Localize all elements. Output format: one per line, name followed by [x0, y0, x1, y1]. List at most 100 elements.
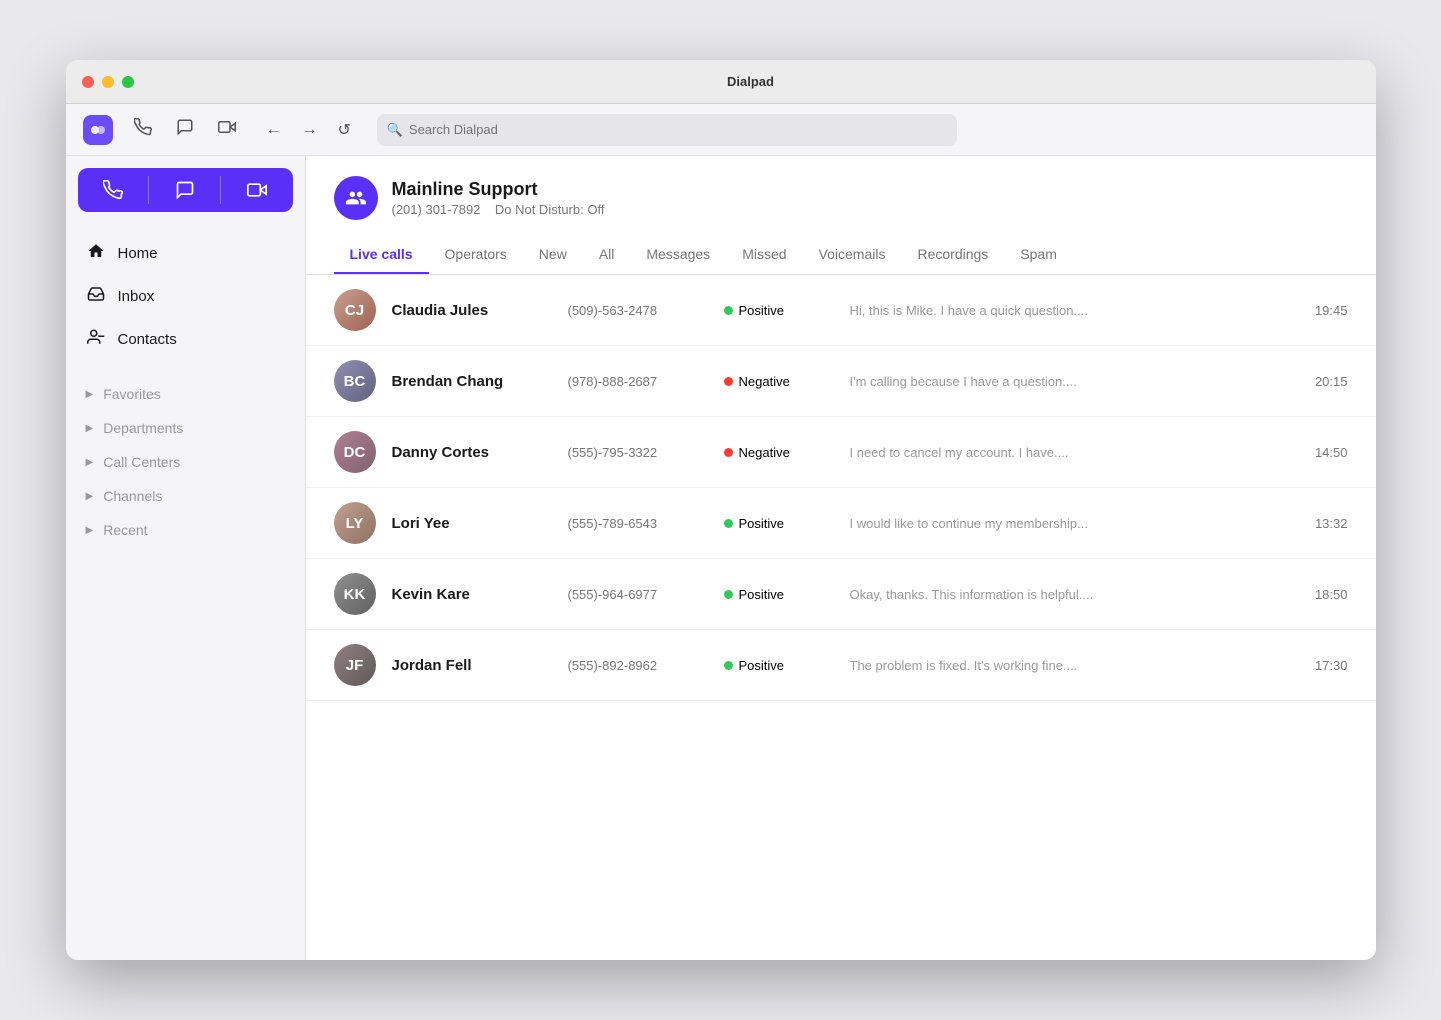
main-content: Home Inbox — [66, 156, 1376, 960]
call-preview: I need to cancel my account. I have.... — [850, 445, 1282, 460]
tab-recordings[interactable]: Recordings — [901, 236, 1004, 274]
profile-row: Mainline Support (201) 301-7892 Do Not D… — [334, 176, 1348, 220]
search-bar: 🔍 — [377, 114, 957, 146]
forward-button[interactable]: → — [296, 117, 324, 143]
titlebar: Dialpad — [66, 60, 1376, 104]
caller-phone: (555)-789-6543 — [568, 516, 708, 531]
avatar-initials: LY — [346, 515, 364, 532]
toolbar: ← → ↺ 🔍 — [66, 104, 1376, 156]
search-icon: 🔍 — [387, 122, 403, 138]
sentiment-label: Positive — [739, 303, 785, 318]
table-row[interactable]: LY Lori Yee (555)-789-6543 Positive I wo… — [306, 488, 1376, 559]
sentiment-badge: Positive — [724, 587, 834, 602]
sidebar-item-inbox[interactable]: Inbox — [66, 275, 305, 318]
home-label: Home — [118, 245, 158, 262]
call-preview: I would like to continue my membership..… — [850, 516, 1282, 531]
avatar-initials: BC — [344, 373, 366, 390]
call-centers-label: Call Centers — [103, 454, 180, 470]
close-button[interactable] — [82, 76, 94, 88]
refresh-button[interactable]: ↺ — [332, 116, 357, 144]
table-row[interactable]: JF Jordan Fell (555)-892-8962 Positive T… — [306, 630, 1376, 701]
profile-name: Mainline Support — [392, 179, 605, 200]
call-time: 18:50 — [1298, 587, 1348, 602]
sentiment-label: Positive — [739, 516, 785, 531]
avatar-initials: DC — [344, 444, 366, 461]
avatar-initials: KK — [344, 586, 366, 603]
call-time: 19:45 — [1298, 303, 1348, 318]
video-action-button[interactable] — [221, 168, 293, 212]
caller-avatar: BC — [334, 360, 376, 402]
profile-phone: (201) 301-7892 — [392, 202, 481, 217]
tab-spam[interactable]: Spam — [1004, 236, 1073, 274]
minimize-button[interactable] — [102, 76, 114, 88]
sidebar-item-call-centers[interactable]: ▶ Call Centers — [66, 445, 305, 479]
profile-sub: (201) 301-7892 Do Not Disturb: Off — [392, 202, 605, 217]
table-row[interactable]: KK Kevin Kare (555)-964-6977 Positive Ok… — [306, 559, 1376, 630]
sidebar-item-favorites[interactable]: ▶ Favorites — [66, 377, 305, 411]
caller-name: Danny Cortes — [392, 444, 552, 461]
logo-icon — [83, 115, 113, 145]
call-time: 14:50 — [1298, 445, 1348, 460]
caller-phone: (978)-888-2687 — [568, 374, 708, 389]
content-header: Mainline Support (201) 301-7892 Do Not D… — [306, 156, 1376, 275]
tab-messages[interactable]: Messages — [630, 236, 726, 274]
table-row[interactable]: CJ Claudia Jules (509)-563-2478 Positive… — [306, 275, 1376, 346]
avatar-initials: CJ — [345, 302, 364, 319]
profile-info: Mainline Support (201) 301-7892 Do Not D… — [392, 179, 605, 217]
back-button[interactable]: ← — [260, 117, 288, 143]
avatar — [334, 176, 378, 220]
table-row[interactable]: BC Brendan Chang (978)-888-2687 Negative… — [306, 346, 1376, 417]
tab-new[interactable]: New — [523, 236, 583, 274]
message-action-button[interactable] — [149, 168, 221, 212]
app-logo — [82, 114, 114, 146]
sentiment-label: Positive — [739, 658, 785, 673]
tab-all[interactable]: All — [583, 236, 631, 274]
sentiment-badge: Positive — [724, 303, 834, 318]
sidebar-item-home[interactable]: Home — [66, 232, 305, 275]
sentiment-dot — [724, 590, 733, 599]
app-window: Dialpad — [66, 60, 1376, 960]
call-preview: I'm calling because I have a question...… — [850, 374, 1282, 389]
sentiment-badge: Positive — [724, 658, 834, 673]
tab-voicemails[interactable]: Voicemails — [803, 236, 902, 274]
tab-operators[interactable]: Operators — [429, 236, 523, 274]
caller-avatar: LY — [334, 502, 376, 544]
recent-chevron: ▶ — [86, 525, 94, 536]
sidebar-item-recent[interactable]: ▶ Recent — [66, 513, 305, 547]
avatar-initials: JF — [346, 657, 364, 674]
maximize-button[interactable] — [122, 76, 134, 88]
favorites-label: Favorites — [103, 386, 161, 402]
channels-label: Channels — [103, 488, 162, 504]
sidebar-sections: ▶ Favorites ▶ Departments ▶ Call Centers… — [66, 369, 305, 555]
departments-chevron: ▶ — [86, 423, 94, 434]
table-row[interactable]: DC Danny Cortes (555)-795-3322 Negative … — [306, 417, 1376, 488]
caller-avatar: KK — [334, 573, 376, 615]
tab-live-calls[interactable]: Live calls — [334, 236, 429, 274]
recent-label: Recent — [103, 522, 147, 538]
tab-missed[interactable]: Missed — [726, 236, 802, 274]
sidebar-item-channels[interactable]: ▶ Channels — [66, 479, 305, 513]
action-buttons — [78, 168, 293, 212]
sidebar-item-departments[interactable]: ▶ Departments — [66, 411, 305, 445]
departments-label: Departments — [103, 420, 183, 436]
caller-name: Jordan Fell — [392, 657, 552, 674]
call-centers-chevron: ▶ — [86, 457, 94, 468]
contacts-icon — [86, 328, 106, 351]
video-icon[interactable] — [214, 114, 240, 145]
phone-icon[interactable] — [130, 114, 156, 145]
call-action-button[interactable] — [78, 168, 150, 212]
sentiment-badge: Positive — [724, 516, 834, 531]
sentiment-dot — [724, 377, 733, 386]
caller-phone: (509)-563-2478 — [568, 303, 708, 318]
caller-avatar: JF — [334, 644, 376, 686]
sentiment-label: Negative — [739, 445, 790, 460]
sentiment-dot — [724, 306, 733, 315]
sentiment-dot — [724, 448, 733, 457]
caller-name: Lori Yee — [392, 515, 552, 532]
call-preview: Okay, thanks. This information is helpfu… — [850, 587, 1282, 602]
caller-avatar: CJ — [334, 289, 376, 331]
search-input[interactable] — [377, 114, 957, 146]
sidebar-item-contacts[interactable]: Contacts — [66, 318, 305, 361]
caller-phone: (555)-964-6977 — [568, 587, 708, 602]
message-icon[interactable] — [172, 114, 198, 145]
